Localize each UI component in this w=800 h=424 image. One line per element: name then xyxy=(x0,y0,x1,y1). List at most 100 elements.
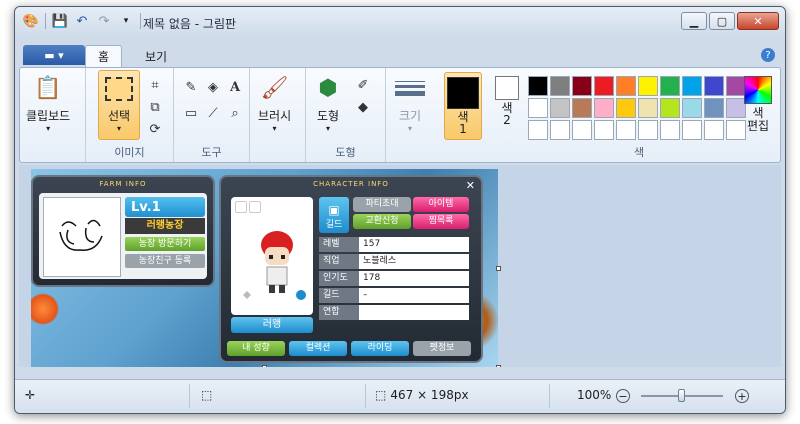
palette-swatch[interactable] xyxy=(572,98,592,118)
brushes-button[interactable]: 🖌 브러시 ▾ xyxy=(258,72,291,134)
guild-button-label: 길드 xyxy=(325,220,343,230)
palette-swatch[interactable] xyxy=(550,98,570,118)
select-icon xyxy=(105,77,133,101)
minimize-button[interactable]: ▁ xyxy=(681,12,707,30)
palette-swatch[interactable] xyxy=(704,98,724,118)
line-width-icon xyxy=(394,72,426,104)
help-icon[interactable]: ? xyxy=(761,48,775,62)
zoom-out-button[interactable]: − xyxy=(616,389,630,403)
shapes-button[interactable]: ⬢ 도형 ▾ xyxy=(312,72,344,134)
maximize-button[interactable]: ▢ xyxy=(709,12,735,30)
tab-view[interactable]: 보기 xyxy=(133,45,179,67)
outline-icon[interactable]: ✐ xyxy=(354,76,372,94)
zoom-slider-thumb[interactable] xyxy=(678,389,685,402)
paint-app-icon[interactable]: 🎨 xyxy=(23,13,39,29)
palette-swatch[interactable] xyxy=(660,98,680,118)
color-picker-icon[interactable]: ⟋ xyxy=(204,104,222,122)
rotate-icon[interactable]: ⟳ xyxy=(146,120,164,138)
palette-swatch[interactable] xyxy=(528,120,548,140)
palette-swatch[interactable] xyxy=(528,98,548,118)
farm-register-button: 농장친구 등록 xyxy=(125,254,205,268)
shape-fill-icon[interactable]: ◆ xyxy=(354,98,372,116)
window-title: 제목 없음 - 그림판 xyxy=(143,17,237,31)
character-info-panel: CHARACTER INFO ✕ 러왱 ▣ 길드 파티초대 아이템 교환신청 찜… xyxy=(219,175,483,363)
color1-swatch xyxy=(447,77,479,109)
palette-swatch[interactable] xyxy=(726,120,746,140)
palette-swatch[interactable] xyxy=(528,76,548,96)
palette-swatch[interactable] xyxy=(660,76,680,96)
palette-swatch[interactable] xyxy=(594,120,614,140)
palette-swatch[interactable] xyxy=(726,98,746,118)
edit-colors-icon xyxy=(744,76,772,104)
crop-icon[interactable]: ⌗ xyxy=(146,76,164,94)
character-bottom-button: 컬렉션 xyxy=(289,341,347,356)
eraser-icon[interactable]: ▭ xyxy=(182,104,200,122)
farm-name: 러왱농장 xyxy=(125,218,205,234)
palette-swatch[interactable] xyxy=(616,76,636,96)
image-size-icon: ⬚ xyxy=(375,388,387,402)
palette-swatch[interactable] xyxy=(660,120,680,140)
farm-info-body: Lv.1 러왱농장 농장 방문하기 농장친구 등록 xyxy=(39,193,207,279)
tab-home[interactable]: 홈 xyxy=(85,45,123,67)
resize-icon[interactable]: ⧉ xyxy=(146,98,164,116)
save-icon[interactable]: 💾 xyxy=(52,13,68,29)
divider xyxy=(45,13,46,29)
color-palette xyxy=(528,76,746,140)
farm-visit-button: 농장 방문하기 xyxy=(125,237,205,251)
palette-swatch[interactable] xyxy=(572,120,592,140)
character-bottom-button: 펫정보 xyxy=(413,341,471,356)
palette-swatch[interactable] xyxy=(704,76,724,96)
fill-icon[interactable]: ◈ xyxy=(204,78,222,96)
color1-button[interactable]: 색 1 xyxy=(444,72,482,140)
color2-button[interactable]: 색 2 xyxy=(488,76,526,140)
stat-value xyxy=(359,305,469,320)
image-size-value: 467 × 198px xyxy=(390,388,469,402)
guild-icon: ▣ xyxy=(328,203,340,217)
farm-info-panel: FARM INFO Lv.1 러왱농장 농장 방문하기 농장친구 등록 xyxy=(31,175,215,287)
palette-swatch[interactable] xyxy=(704,120,724,140)
zoom-slider[interactable] xyxy=(641,389,723,402)
character-bottom-button: 라이딩 xyxy=(351,341,409,356)
palette-swatch[interactable] xyxy=(616,120,636,140)
redo-icon[interactable]: ↷ xyxy=(96,13,112,29)
clipboard-label: 클립보드 xyxy=(26,109,71,123)
palette-swatch[interactable] xyxy=(682,98,702,118)
color2-label: 색 2 xyxy=(501,101,513,127)
customize-dropdown-icon[interactable]: ▾ xyxy=(118,13,134,29)
clipboard-button[interactable]: 📋 클립보드 ▾ xyxy=(26,72,71,134)
edit-colors-button[interactable]: 색 편집 xyxy=(744,76,772,133)
palette-swatch[interactable] xyxy=(594,98,614,118)
paint-menu-button[interactable]: ▬ ▾ xyxy=(23,45,85,65)
ribbon-tabs: ▬ ▾ 홈 보기 ? xyxy=(15,43,785,67)
palette-swatch[interactable] xyxy=(682,76,702,96)
character-info-body: 러왱 ▣ 길드 파티초대 아이템 교환신청 찜목록 레벨 157 직업 노블레스 인기도… xyxy=(227,193,475,337)
palette-swatch[interactable] xyxy=(616,98,636,118)
canvas-image[interactable]: FARM INFO Lv.1 러왱농장 농장 방문하기 농장친구 등록 CHAR… xyxy=(31,169,498,367)
chevron-down-icon: ▾ xyxy=(116,124,121,133)
character-sprite xyxy=(243,231,306,300)
palette-swatch[interactable] xyxy=(682,120,702,140)
palette-swatch[interactable] xyxy=(638,76,658,96)
size-button[interactable]: 크기 ▾ xyxy=(394,72,426,133)
text-icon[interactable]: A xyxy=(226,78,244,96)
stat-row: 직업 노블레스 xyxy=(319,254,469,269)
resize-handle[interactable] xyxy=(262,365,267,367)
palette-swatch[interactable] xyxy=(638,120,658,140)
resize-handle[interactable] xyxy=(496,365,501,367)
palette-swatch[interactable] xyxy=(550,120,570,140)
color2-swatch xyxy=(495,76,519,100)
magnifier-icon[interactable]: ⌕ xyxy=(226,104,244,122)
resize-handle[interactable] xyxy=(496,266,501,271)
select-button[interactable]: 선택 ▾ xyxy=(98,70,140,140)
undo-icon[interactable]: ↶ xyxy=(74,13,90,29)
palette-swatch[interactable] xyxy=(550,76,570,96)
pencil-icon[interactable]: ✎ xyxy=(182,78,200,96)
palette-swatch[interactable] xyxy=(572,76,592,96)
palette-swatch[interactable] xyxy=(726,76,746,96)
zoom-in-button[interactable]: + xyxy=(735,389,749,403)
select-label: 선택 xyxy=(107,109,131,123)
palette-swatch[interactable] xyxy=(594,76,614,96)
palette-swatch[interactable] xyxy=(638,98,658,118)
close-button[interactable]: ✕ xyxy=(737,12,779,30)
farm-info-title: FARM INFO xyxy=(99,180,147,188)
